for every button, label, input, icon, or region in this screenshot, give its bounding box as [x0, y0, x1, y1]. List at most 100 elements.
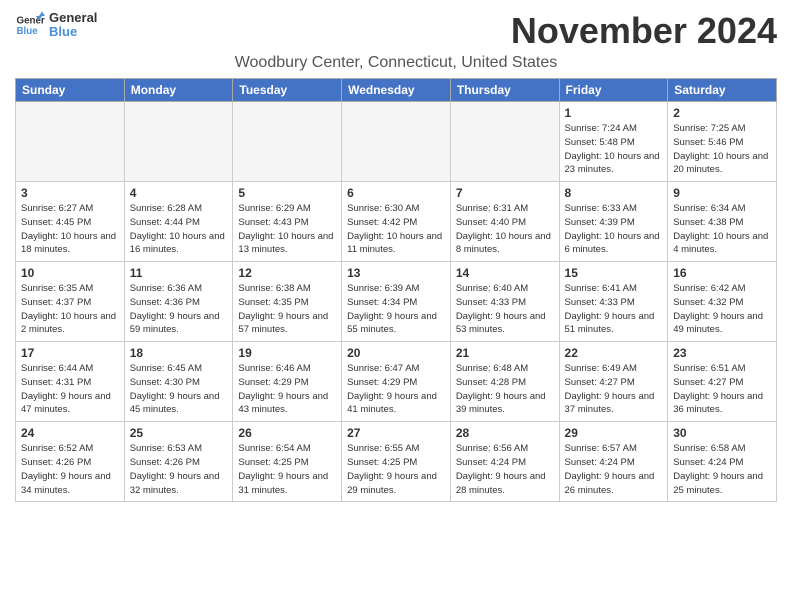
calendar-cell — [16, 102, 125, 182]
calendar-cell: 26Sunrise: 6:54 AM Sunset: 4:25 PM Dayli… — [233, 422, 342, 502]
calendar-cell: 28 Sunrise: 6:56 AM Sunset: 4:24 PM Dayli… — [450, 422, 559, 502]
day-number: 21 — [456, 346, 554, 360]
calendar-week-1: 1 Sunrise: 7:24 AM Sunset: 5:48 PM Daylig… — [16, 102, 777, 182]
calendar-cell: 6Sunrise: 6:30 AM Sunset: 4:42 PM Daylig… — [342, 182, 451, 262]
cell-info: Sunrise: 6:33 AM Sunset: 4:39 PM Dayligh… — [565, 202, 663, 257]
calendar-cell: 3Sunrise: 6:27 AM Sunset: 4:45 PM Daylig… — [16, 182, 125, 262]
calendar-week-2: 3Sunrise: 6:27 AM Sunset: 4:45 PM Daylig… — [16, 182, 777, 262]
cell-info: Sunrise: 6:41 AM Sunset: 4:33 PM Dayligh… — [565, 282, 663, 337]
cell-info: Sunrise: 6:31 AM Sunset: 4:40 PM Dayligh… — [456, 202, 554, 257]
day-number: 28 — [456, 426, 554, 440]
cell-info: Sunrise: 6:48 AM Sunset: 4:28 PM Dayligh… — [456, 362, 554, 417]
calendar-cell: 22 Sunrise: 6:49 AM Sunset: 4:27 PM Dayli… — [559, 342, 668, 422]
cell-info: Sunrise: 6:52 AM Sunset: 4:26 PM Dayligh… — [21, 442, 119, 497]
calendar-cell — [233, 102, 342, 182]
cell-info: Sunrise: 6:36 AM Sunset: 4:36 PM Dayligh… — [130, 282, 228, 337]
day-number: 11 — [130, 266, 228, 280]
day-number: 4 — [130, 186, 228, 200]
calendar-cell: 30 Sunrise: 6:58 AM Sunset: 4:24 PM Dayli… — [668, 422, 777, 502]
day-header-sunday: Sunday — [16, 79, 125, 102]
logo-text-blue: Blue — [49, 25, 97, 39]
day-number: 20 — [347, 346, 445, 360]
calendar-cell: 8 Sunrise: 6:33 AM Sunset: 4:39 PM Daylig… — [559, 182, 668, 262]
day-number: 5 — [238, 186, 336, 200]
calendar-cell: 9 Sunrise: 6:34 AM Sunset: 4:38 PM Daylig… — [668, 182, 777, 262]
day-header-friday: Friday — [559, 79, 668, 102]
cell-info: Sunrise: 6:28 AM Sunset: 4:44 PM Dayligh… — [130, 202, 228, 257]
day-number: 7 — [456, 186, 554, 200]
day-header-monday: Monday — [124, 79, 233, 102]
calendar-cell: 29 Sunrise: 6:57 AM Sunset: 4:24 PM Dayli… — [559, 422, 668, 502]
cell-info: Sunrise: 6:44 AM Sunset: 4:31 PM Dayligh… — [21, 362, 119, 417]
cell-info: Sunrise: 6:58 AM Sunset: 4:24 PM Dayligh… — [673, 442, 771, 497]
day-number: 30 — [673, 426, 771, 440]
cell-info: Sunrise: 6:56 AM Sunset: 4:24 PM Dayligh… — [456, 442, 554, 497]
calendar-cell: 16 Sunrise: 6:42 AM Sunset: 4:32 PM Dayli… — [668, 262, 777, 342]
month-title: November 2024 — [511, 10, 777, 52]
day-number: 12 — [238, 266, 336, 280]
day-header-tuesday: Tuesday — [233, 79, 342, 102]
calendar-week-3: 10 Sunrise: 6:35 AM Sunset: 4:37 PM Dayli… — [16, 262, 777, 342]
day-number: 16 — [673, 266, 771, 280]
calendar-cell — [124, 102, 233, 182]
calendar-cell: 27Sunrise: 6:55 AM Sunset: 4:25 PM Dayli… — [342, 422, 451, 502]
day-number: 13 — [347, 266, 445, 280]
calendar-cell: 5 Sunrise: 6:29 AM Sunset: 4:43 PM Daylig… — [233, 182, 342, 262]
day-number: 29 — [565, 426, 663, 440]
day-number: 8 — [565, 186, 663, 200]
calendar-table: SundayMondayTuesdayWednesdayThursdayFrid… — [15, 78, 777, 502]
day-header-wednesday: Wednesday — [342, 79, 451, 102]
calendar-cell: 7 Sunrise: 6:31 AM Sunset: 4:40 PM Daylig… — [450, 182, 559, 262]
day-header-row: SundayMondayTuesdayWednesdayThursdayFrid… — [16, 79, 777, 102]
cell-info: Sunrise: 6:47 AM Sunset: 4:29 PM Dayligh… — [347, 362, 445, 417]
svg-text:Blue: Blue — [17, 26, 39, 37]
day-number: 10 — [21, 266, 119, 280]
cell-info: Sunrise: 6:29 AM Sunset: 4:43 PM Dayligh… — [238, 202, 336, 257]
day-number: 27 — [347, 426, 445, 440]
calendar-cell: 19 Sunrise: 6:46 AM Sunset: 4:29 PM Dayli… — [233, 342, 342, 422]
day-number: 14 — [456, 266, 554, 280]
cell-info: Sunrise: 7:25 AM Sunset: 5:46 PM Dayligh… — [673, 122, 771, 177]
day-number: 25 — [130, 426, 228, 440]
location-title: Woodbury Center, Connecticut, United Sta… — [15, 54, 777, 72]
logo: General Blue General Blue — [15, 10, 97, 40]
calendar-cell: 21 Sunrise: 6:48 AM Sunset: 4:28 PM Dayli… — [450, 342, 559, 422]
cell-info: Sunrise: 6:30 AM Sunset: 4:42 PM Dayligh… — [347, 202, 445, 257]
cell-info: Sunrise: 6:53 AM Sunset: 4:26 PM Dayligh… — [130, 442, 228, 497]
cell-info: Sunrise: 6:35 AM Sunset: 4:37 PM Dayligh… — [21, 282, 119, 337]
calendar-cell: 15 Sunrise: 6:41 AM Sunset: 4:33 PM Dayli… — [559, 262, 668, 342]
cell-info: Sunrise: 6:27 AM Sunset: 4:45 PM Dayligh… — [21, 202, 119, 257]
calendar-cell: 2 Sunrise: 7:25 AM Sunset: 5:46 PM Daylig… — [668, 102, 777, 182]
day-number: 23 — [673, 346, 771, 360]
day-number: 24 — [21, 426, 119, 440]
calendar-cell: 17 Sunrise: 6:44 AM Sunset: 4:31 PM Dayli… — [16, 342, 125, 422]
calendar-cell: 14Sunrise: 6:40 AM Sunset: 4:33 PM Dayli… — [450, 262, 559, 342]
day-number: 18 — [130, 346, 228, 360]
calendar-cell: 24 Sunrise: 6:52 AM Sunset: 4:26 PM Dayli… — [16, 422, 125, 502]
day-number: 2 — [673, 106, 771, 120]
cell-info: Sunrise: 6:34 AM Sunset: 4:38 PM Dayligh… — [673, 202, 771, 257]
cell-info: Sunrise: 6:46 AM Sunset: 4:29 PM Dayligh… — [238, 362, 336, 417]
day-number: 9 — [673, 186, 771, 200]
cell-info: Sunrise: 6:54 AM Sunset: 4:25 PM Dayligh… — [238, 442, 336, 497]
cell-info: Sunrise: 6:42 AM Sunset: 4:32 PM Dayligh… — [673, 282, 771, 337]
calendar-cell: 20 Sunrise: 6:47 AM Sunset: 4:29 PM Dayli… — [342, 342, 451, 422]
day-header-saturday: Saturday — [668, 79, 777, 102]
day-number: 17 — [21, 346, 119, 360]
day-number: 1 — [565, 106, 663, 120]
day-number: 22 — [565, 346, 663, 360]
cell-info: Sunrise: 7:24 AM Sunset: 5:48 PM Dayligh… — [565, 122, 663, 177]
calendar-cell: 23 Sunrise: 6:51 AM Sunset: 4:27 PM Dayli… — [668, 342, 777, 422]
calendar-cell: 4 Sunrise: 6:28 AM Sunset: 4:44 PM Daylig… — [124, 182, 233, 262]
cell-info: Sunrise: 6:39 AM Sunset: 4:34 PM Dayligh… — [347, 282, 445, 337]
calendar-cell — [342, 102, 451, 182]
cell-info: Sunrise: 6:51 AM Sunset: 4:27 PM Dayligh… — [673, 362, 771, 417]
cell-info: Sunrise: 6:49 AM Sunset: 4:27 PM Dayligh… — [565, 362, 663, 417]
cell-info: Sunrise: 6:57 AM Sunset: 4:24 PM Dayligh… — [565, 442, 663, 497]
day-number: 19 — [238, 346, 336, 360]
day-number: 15 — [565, 266, 663, 280]
calendar-week-4: 17 Sunrise: 6:44 AM Sunset: 4:31 PM Dayli… — [16, 342, 777, 422]
calendar-cell: 1 Sunrise: 7:24 AM Sunset: 5:48 PM Daylig… — [559, 102, 668, 182]
logo-text-general: General — [49, 11, 97, 25]
calendar-cell: 10 Sunrise: 6:35 AM Sunset: 4:37 PM Dayli… — [16, 262, 125, 342]
